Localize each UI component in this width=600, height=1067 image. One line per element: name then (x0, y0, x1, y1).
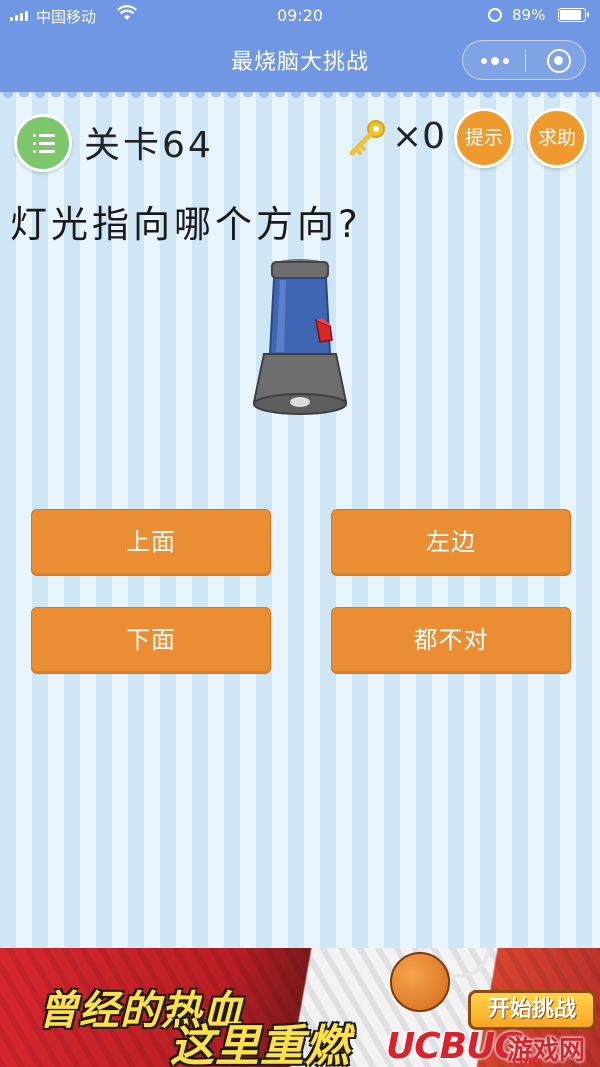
basketball-icon (390, 952, 450, 1012)
more-dots-icon[interactable] (481, 57, 509, 65)
target-circle-icon[interactable] (547, 49, 571, 73)
key-icon (349, 120, 385, 156)
answer-button-none[interactable]: 都不对 (331, 607, 571, 674)
question-text: 灯光指向哪个方向? (10, 203, 362, 246)
answer-button-down[interactable]: 下面 (31, 607, 271, 674)
ad-banner[interactable]: 曾经的热血 这里重燃 开始挑战 UCBUG 游戏网 .com (0, 948, 600, 1067)
ad-headline-2: 这里重燃 (170, 1021, 350, 1067)
clock: 09:20 (276, 6, 324, 25)
watermark-logo: UCBUG (386, 1026, 524, 1067)
capsule-divider (525, 50, 526, 72)
help-button[interactable]: 求助 (527, 108, 587, 168)
status-bar: 中国移动 09:20 89% (0, 0, 600, 32)
list-icon (33, 134, 55, 158)
answer-button-left[interactable]: 左边 (331, 509, 571, 576)
flashlight-image (252, 259, 348, 415)
watermark-url: .com (508, 1054, 541, 1067)
top-bar: 中国移动 09:20 89% 最烧脑大挑战 (0, 0, 600, 92)
ad-start-button[interactable]: 开始挑战 (468, 990, 596, 1030)
level-label: 关卡64 (84, 125, 214, 166)
menu-button[interactable] (14, 114, 72, 172)
orientation-lock-icon (488, 8, 502, 22)
battery-percent: 89% (512, 6, 546, 24)
answer-button-up[interactable]: 上面 (31, 509, 271, 576)
scallop-border (0, 92, 600, 102)
hint-button[interactable]: 提示 (454, 108, 514, 168)
key-count: ×0 (392, 116, 446, 157)
battery-icon (558, 8, 589, 22)
mini-program-capsule (462, 40, 586, 80)
